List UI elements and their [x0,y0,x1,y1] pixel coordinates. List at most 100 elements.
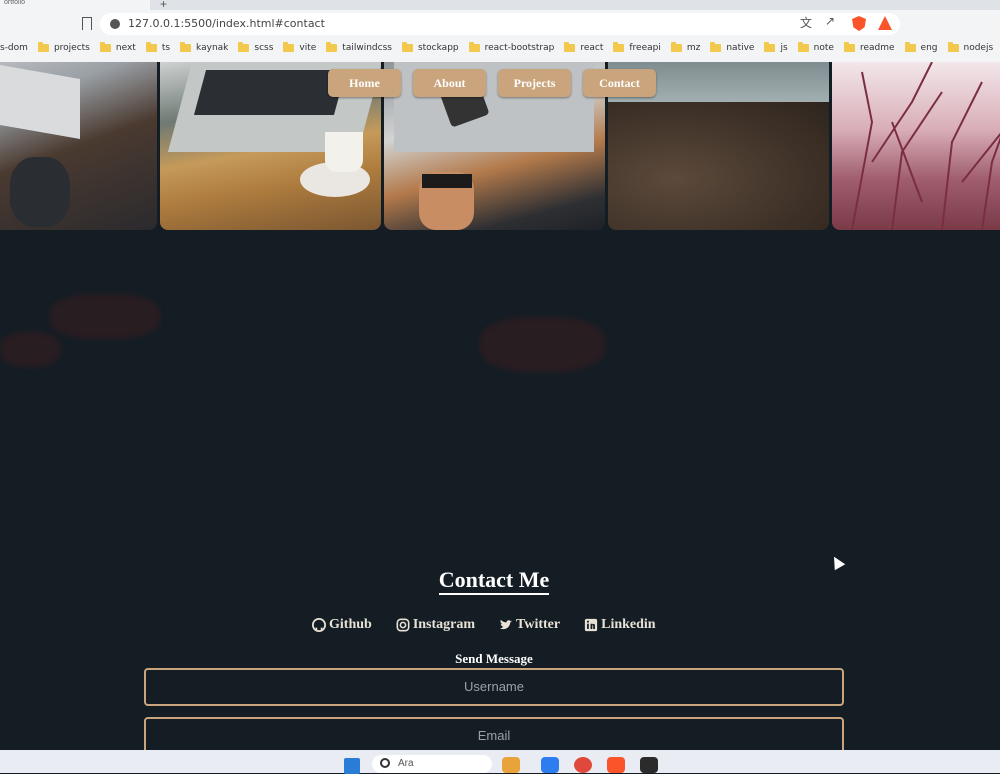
contact-title-text: Contact Me [438,567,550,595]
folder-icon [401,42,413,52]
bookmark-label: freeapi [629,43,661,53]
bookmark-label: js [780,43,788,53]
address-bar[interactable]: 127.0.0.1:5500/index.html#contact [100,13,900,35]
bookmark-label: kaynak [196,43,229,53]
branches-graphic [851,62,1000,230]
bookmark-label: s-dom [0,43,28,53]
send-message-label: Send Message [455,651,533,666]
bookmark-label: tailwindcss [342,43,392,53]
gallery-image-branches [832,62,1000,230]
bookmark-item[interactable]: note [797,42,834,53]
bookmark-item[interactable]: projects [37,42,90,53]
instagram-label: Instagram [412,617,476,632]
bookmark-icon[interactable] [82,17,92,30]
bookmark-item[interactable]: mz [670,42,701,53]
instagram-link[interactable]: Instagram [396,617,475,633]
folder-icon [468,42,480,52]
email-input[interactable]: Email [144,717,844,750]
gallery-image-laptop-hands [0,62,157,230]
browser-chrome: ortfolio + 127.0.0.1:5500/index.html#con… [0,0,1000,62]
taskbar-search-placeholder: Ara [398,758,414,769]
translate-icon[interactable]: 文 [800,14,812,31]
rocks-shape [608,102,829,230]
bookmark-item[interactable]: vite [283,42,317,53]
bookmarks-bar: s-dom projects next ts kaynak scss vite … [0,38,1000,58]
twitter-label: Twitter [516,617,561,632]
contact-title: Contact Me [0,567,988,595]
bookmark-label: scss [254,43,274,53]
bookmark-label: vite [299,43,317,53]
github-icon [312,618,326,632]
nav-home[interactable]: Home [328,69,401,97]
bookmark-label: note [813,43,834,53]
brave-app-icon[interactable] [607,757,625,773]
nav-contact[interactable]: Contact [583,69,656,97]
folder-icon [99,42,111,52]
bookmark-item[interactable]: js [764,42,788,53]
bookmark-label: readme [859,43,895,53]
bookmark-label: mz [686,43,701,53]
site-info-icon[interactable] [110,19,120,29]
bookmark-item[interactable]: readme [843,42,895,53]
folder-icon [764,42,776,52]
bookmark-item[interactable]: ts [145,42,171,53]
bookmark-item[interactable]: kaynak [180,42,229,53]
laptop-shape [0,64,80,140]
linkedin-label: Linkedin [601,617,656,632]
bookmark-item[interactable]: scss [238,42,274,53]
bookmark-label: native [726,43,755,53]
nav-projects[interactable]: Projects [498,69,571,97]
username-input[interactable]: Username [144,668,844,706]
bookmark-label: nodejs [963,43,994,53]
bookmark-item[interactable]: nodejs [947,42,994,53]
tab-strip: ortfolio + [0,0,1000,11]
background-reflection [50,294,160,339]
folder-icon [613,42,625,52]
linkedin-link[interactable]: Linkedin [584,617,656,633]
bookmark-label: projects [53,43,90,53]
folder-icon [947,42,959,52]
bookmark-item[interactable]: freeapi [613,42,661,53]
folder-icon [145,42,157,52]
bookmark-label: react-bootstrap [484,43,555,53]
folder-icon [180,42,192,52]
bookmark-item[interactable]: stockapp [401,42,459,53]
windows-taskbar: Ara [0,750,1000,774]
folder-icon [710,42,722,52]
taskbar-search[interactable]: Ara [372,755,492,773]
url-text[interactable]: 127.0.0.1:5500/index.html#contact [128,17,325,30]
folder-icon [37,42,49,52]
share-icon[interactable]: ↗ [825,14,835,28]
folder-icon [797,42,809,52]
bookmark-item[interactable]: next [99,42,136,53]
zoom-app-icon[interactable] [541,757,559,773]
folder-icon [283,42,295,52]
folder-icon [843,42,855,52]
instagram-icon [396,618,410,632]
main-nav: Home About Projects Contact [328,69,656,97]
weather-widget-icon[interactable] [502,757,520,773]
twitter-link[interactable]: Twitter [499,617,560,633]
bookmark-item[interactable]: s-dom [0,43,28,53]
bookmark-item[interactable]: react-bootstrap [468,42,555,53]
bookmark-label: ts [161,43,171,53]
linkedin-icon [584,618,598,632]
bookmark-label: stockapp [417,43,459,53]
bookmark-label: eng [920,43,938,53]
bookmark-item[interactable]: tailwindcss [326,42,392,53]
nav-about[interactable]: About [413,69,486,97]
github-link[interactable]: Github [312,617,372,633]
bookmark-item[interactable]: native [710,42,755,53]
browser-tab[interactable]: ortfolio [0,0,150,10]
bookmark-item[interactable]: react [564,42,603,53]
windows-start-icon[interactable] [344,758,360,774]
screen-recorder-icon[interactable] [640,757,658,773]
folder-icon [670,42,682,52]
bookmark-item[interactable]: eng [904,42,938,53]
chrome-app-icon[interactable] [574,757,592,773]
folder-icon [564,42,576,52]
sleeve-shape [10,157,70,227]
folder-icon [238,42,250,52]
watch-shape [422,174,472,188]
photo-gallery: Home About Projects Contact [0,62,1000,230]
